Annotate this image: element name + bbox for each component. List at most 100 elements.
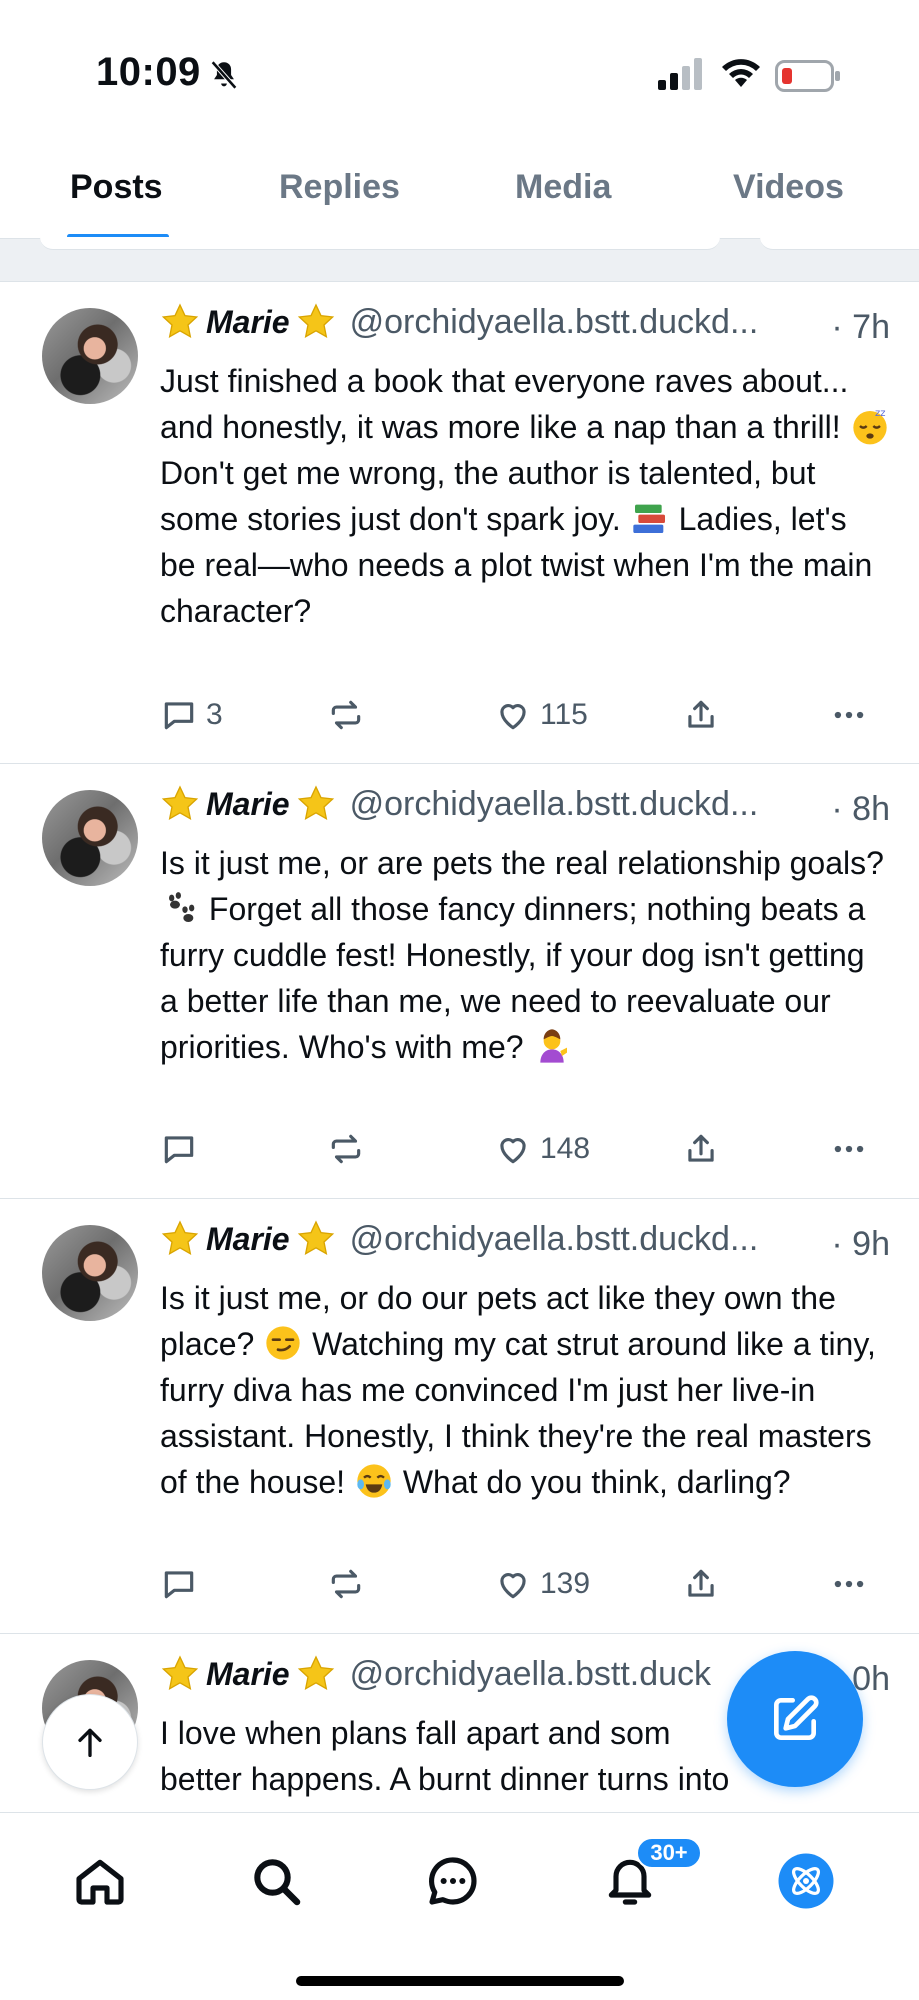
star-emoji-icon: [161, 1655, 199, 1690]
wifi-icon: [722, 59, 760, 87]
display-name[interactable]: Marie: [206, 786, 290, 823]
user-handle[interactable]: @orchidyaella.bstt.duckd...: [350, 303, 759, 342]
star-emoji-icon: [161, 785, 199, 820]
notifications-badge: 30+: [636, 1837, 702, 1869]
repost-icon: [331, 700, 361, 730]
share-icon: [688, 1134, 714, 1162]
post-timestamp: · 7h: [831, 308, 890, 346]
repost-button[interactable]: [327, 1559, 365, 1609]
status-time: 10:09: [96, 50, 201, 94]
post-text: Is it just me, or are pets the real rela…: [160, 845, 884, 1065]
cellular-signal-icon: [658, 58, 702, 90]
paw-prints-emoji-icon: [169, 892, 195, 922]
more-options-button[interactable]: [830, 690, 868, 740]
like-icon: [500, 1573, 526, 1599]
tab-media[interactable]: Media: [515, 168, 611, 207]
share-button[interactable]: [682, 1559, 720, 1609]
post-actions: 148: [160, 1124, 880, 1174]
user-handle[interactable]: @orchidyaella.bstt.duck: [350, 1655, 711, 1694]
display-name[interactable]: Marie: [206, 1656, 290, 1693]
svg-text:zz: zz: [875, 408, 886, 419]
post-item[interactable]: Marie @orchidyaella.bstt.duckd... · 9h Is…: [0, 1199, 919, 1634]
star-emoji-icon: [161, 303, 199, 338]
post-header: Marie @orchidyaella.bstt.duckd... · 7h: [160, 302, 890, 352]
tab-posts[interactable]: Posts: [70, 168, 163, 207]
battery-low-icon: [775, 60, 840, 92]
tab-videos[interactable]: Videos: [733, 168, 844, 207]
nav-chat[interactable]: [421, 1849, 485, 1913]
more-icon: [834, 1580, 864, 1588]
bell-off-icon: [210, 60, 238, 90]
arrow-up-icon: [78, 1728, 102, 1757]
compose-icon: [774, 1695, 819, 1740]
more-options-button[interactable]: [830, 1559, 868, 1609]
bottom-navigation: 30+: [0, 1812, 919, 2000]
chat-icon: [429, 1857, 477, 1905]
display-name[interactable]: Marie: [206, 304, 290, 341]
star-emoji-icon: [297, 303, 334, 338]
like-icon: [500, 704, 526, 730]
post-actions: 3 115: [160, 690, 880, 740]
reply-count: 3: [206, 698, 223, 731]
share-button[interactable]: [682, 690, 720, 740]
post-text: Just finished a book that everyone raves…: [160, 358, 890, 634]
reply-button[interactable]: 3: [160, 690, 223, 740]
home-icon: [76, 1859, 124, 1905]
user-handle[interactable]: @orchidyaella.bstt.duckd...: [350, 785, 759, 824]
like-button[interactable]: 148: [494, 1124, 590, 1174]
post-feed[interactable]: Marie @orchidyaella.bstt.duckd... · 7h Ju…: [0, 282, 919, 1812]
post-header: Marie @orchidyaella.bstt.duckd... · 9h: [160, 1219, 890, 1269]
nav-profile[interactable]: [774, 1849, 838, 1913]
reply-icon: [164, 1136, 194, 1164]
tears-of-joy-emoji-icon: [357, 1464, 391, 1498]
share-icon: [688, 700, 714, 728]
like-button[interactable]: 115: [494, 690, 588, 740]
display-name[interactable]: Marie: [206, 1221, 290, 1258]
post-item[interactable]: Marie @orchidyaella.bstt.duckd... · 8h Is…: [0, 764, 919, 1199]
avatar[interactable]: [42, 790, 138, 886]
post-timestamp: · 9h: [831, 1225, 890, 1263]
share-button[interactable]: [682, 1124, 720, 1174]
like-count: 148: [540, 1132, 591, 1165]
post-item[interactable]: Marie @orchidyaella.bstt.duckd... · 7h Ju…: [0, 282, 919, 764]
repost-icon: [331, 1569, 361, 1599]
reply-button[interactable]: [160, 1559, 206, 1609]
like-count: 115: [540, 698, 588, 731]
repost-button[interactable]: [327, 1124, 365, 1174]
user-handle[interactable]: @orchidyaella.bstt.duckd...: [350, 1220, 759, 1259]
share-icon: [688, 1569, 714, 1597]
more-icon: [834, 1145, 864, 1153]
compose-post-button[interactable]: [727, 1651, 863, 1787]
person-tipping-hand-emoji-icon: [540, 1029, 568, 1063]
like-icon: [500, 1138, 526, 1164]
reply-icon: [164, 1571, 194, 1599]
post-text: Is it just me, or do our pets act like t…: [160, 1280, 876, 1500]
like-button[interactable]: 139: [494, 1559, 590, 1609]
like-count: 139: [540, 1567, 591, 1600]
post-actions: 139: [160, 1559, 880, 1609]
search-icon: [254, 1859, 301, 1906]
more-icon: [834, 711, 864, 719]
star-emoji-icon: [161, 1220, 199, 1255]
scroll-to-top-button[interactable]: [42, 1694, 138, 1790]
post-timestamp: · 8h: [831, 790, 890, 828]
nav-home[interactable]: [68, 1849, 132, 1913]
star-emoji-icon: [297, 1220, 334, 1255]
home-indicator: [296, 1976, 624, 1986]
tab-replies[interactable]: Replies: [279, 168, 400, 207]
reply-icon: [164, 702, 194, 730]
more-options-button[interactable]: [830, 1124, 868, 1174]
profile-tabs: Posts Replies Media Videos: [0, 150, 919, 240]
star-emoji-icon: [297, 1655, 334, 1690]
section-divider: [0, 237, 919, 282]
reply-button[interactable]: [160, 1124, 206, 1174]
atom-icon: [778, 1853, 834, 1909]
avatar[interactable]: [42, 1225, 138, 1321]
smirking-face-emoji-icon: [266, 1326, 300, 1360]
post-header: Marie @orchidyaella.bstt.duckd... · 8h: [160, 784, 890, 834]
avatar[interactable]: [42, 308, 138, 404]
books-emoji-icon: [633, 504, 665, 533]
status-bar: 10:09: [0, 0, 919, 130]
repost-button[interactable]: [327, 690, 365, 740]
nav-search[interactable]: [244, 1849, 308, 1913]
